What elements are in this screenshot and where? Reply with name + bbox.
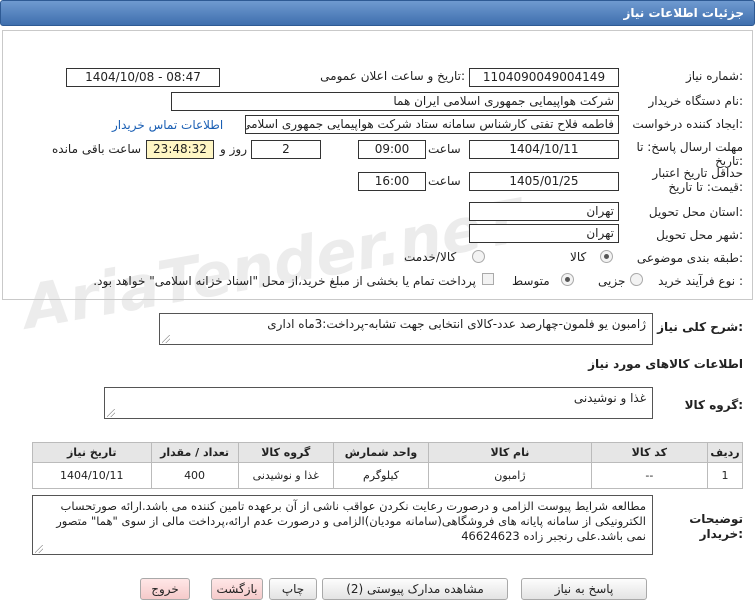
reply-time-label: ساعت xyxy=(428,142,461,156)
remaining-label: ساعت باقی مانده xyxy=(52,142,142,156)
buyer-label: نام دستگاه خریدار: xyxy=(648,94,744,108)
reply-date-field: 1404/10/11 xyxy=(469,140,619,159)
category-service-radio[interactable] xyxy=(472,250,485,263)
announce-label: تاریخ و ساعت اعلان عمومی: xyxy=(320,69,465,83)
process-partial-label: جزیی xyxy=(598,274,626,288)
category-goods-radio[interactable] xyxy=(600,250,613,263)
days-and-label: روز و xyxy=(220,142,247,156)
process-medium-label: متوسط xyxy=(512,274,550,288)
creator-field: فاطمه فلاح تفتی کارشناس سامانه ستاد شرکت… xyxy=(245,115,619,134)
table-row[interactable]: 1 -- ژامبون کیلوگرم غذا و نوشیدنی 400 14… xyxy=(32,462,744,489)
buyer-field: شرکت هواپیمایی جمهوری اسلامی ایران هما xyxy=(171,92,619,111)
resize-grip-icon[interactable] xyxy=(162,335,170,343)
category-service-label: کالا/خدمت xyxy=(404,250,457,264)
process-medium-radio[interactable] xyxy=(561,273,574,286)
cell-group: غذا و نوشیدنی xyxy=(237,462,334,489)
category-goods-label: کالا xyxy=(570,250,587,264)
goods-section-title: اطلاعات کالاهای مورد نیاز xyxy=(588,357,743,371)
col-header-unit: واحد شمارش xyxy=(332,442,430,463)
buyer-notes-textarea: مطالعه شرایط پیوست الزامی و درصورت رعایت… xyxy=(32,495,653,555)
province-label: استان محل تحویل: xyxy=(648,205,743,219)
contact-buyer-link[interactable]: اطلاعات تماس خریدار xyxy=(112,118,223,132)
col-header-name: نام کالا xyxy=(428,442,592,463)
category-label: طبقه بندی موضوعی: xyxy=(636,251,743,265)
goods-group-textarea: غذا و نوشیدنی xyxy=(104,387,653,419)
validity-time-field: 16:00 xyxy=(358,172,426,191)
back-button[interactable]: بازگشت xyxy=(211,578,263,600)
cell-row-number: 1 xyxy=(706,462,744,489)
process-label: نوع فرآیند خرید : xyxy=(658,274,743,288)
goods-table: ردیف کد کالا نام کالا واحد شمارش گروه کا… xyxy=(32,442,744,489)
need-number-field: 1104090049004149 xyxy=(469,68,619,87)
city-label: شهر محل تحویل: xyxy=(656,228,743,242)
days-field: 2 xyxy=(251,140,321,159)
general-desc-text: ژامبون یو فلمون-چهارصد عدد-کالای انتخابی… xyxy=(267,317,646,331)
col-header-need-date: تاریخ نیاز xyxy=(32,442,152,463)
page-header: جزئیات اطلاعات نیاز xyxy=(0,0,755,26)
remaining-time-field: 23:48:32 xyxy=(146,140,214,159)
city-field: تهران xyxy=(469,224,619,243)
resize-grip-icon[interactable] xyxy=(35,545,43,553)
goods-group-label: گروه کالا: xyxy=(684,398,743,412)
cell-unit: کیلوگرم xyxy=(332,462,430,489)
general-desc-label: شرح کلی نیاز: xyxy=(657,320,743,334)
creator-label: ایجاد کننده درخواست: xyxy=(632,117,743,131)
goods-group-text: غذا و نوشیدنی xyxy=(573,391,646,405)
view-docs-button[interactable]: مشاهده مدارک پیوستی (2) xyxy=(322,578,508,600)
announce-field: 1404/10/08 - 08:47 xyxy=(66,68,220,87)
cell-quantity: 400 xyxy=(150,462,239,489)
general-desc-textarea: ژامبون یو فلمون-چهارصد عدد-کالای انتخابی… xyxy=(159,313,653,345)
province-field: تهران xyxy=(469,202,619,221)
payment-checkbox[interactable] xyxy=(482,273,494,285)
buyer-notes-label: توضیحات خریدار: xyxy=(689,512,743,541)
reply-time-field: 09:00 xyxy=(358,140,426,159)
table-header-row: ردیف کد کالا نام کالا واحد شمارش گروه کا… xyxy=(32,442,744,463)
process-partial-radio[interactable] xyxy=(630,273,643,286)
validity-label: حداقل تاریخ اعتبار قیمت: تا تاریخ: xyxy=(652,166,743,194)
print-button[interactable]: چاپ xyxy=(269,578,317,600)
need-number-label: شماره نیاز: xyxy=(685,69,743,83)
col-header-row-number: ردیف xyxy=(706,442,744,463)
cell-name: ژامبون xyxy=(428,462,592,489)
resize-grip-icon[interactable] xyxy=(107,409,115,417)
buyer-notes-text: مطالعه شرایط پیوست الزامی و درصورت رعایت… xyxy=(56,499,646,543)
cell-code: -- xyxy=(590,462,708,489)
exit-button[interactable]: خروج xyxy=(140,578,190,600)
validity-date-field: 1405/01/25 xyxy=(469,172,619,191)
reply-deadline-label: مهلت ارسال پاسخ: تا تاریخ: xyxy=(636,140,743,168)
page-title: جزئیات اطلاعات نیاز xyxy=(623,6,744,20)
col-header-quantity: تعداد / مقدار xyxy=(150,442,239,463)
payment-note: پرداخت تمام یا بخشی از مبلغ خرید،از محل … xyxy=(93,274,476,288)
cell-need-date: 1404/10/11 xyxy=(32,462,152,489)
reply-button[interactable]: پاسخ به نیاز xyxy=(521,578,647,600)
col-header-group: گروه کالا xyxy=(237,442,334,463)
col-header-code: کد کالا xyxy=(590,442,708,463)
validity-time-label: ساعت xyxy=(428,174,461,188)
